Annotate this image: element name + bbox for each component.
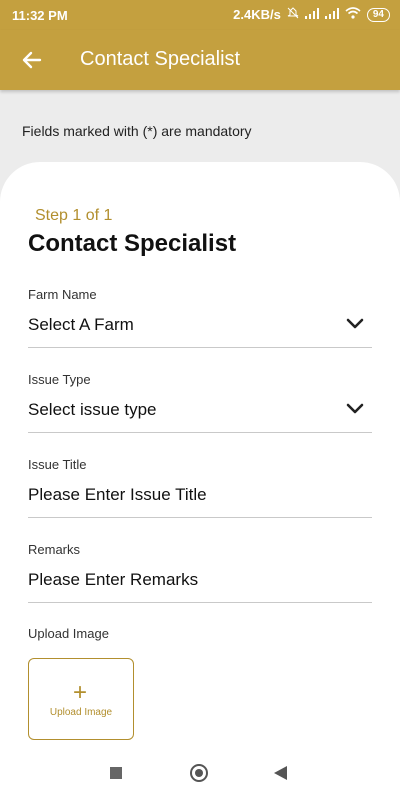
back-triangle-icon[interactable] xyxy=(274,766,287,780)
issue-title-input[interactable]: Please Enter Issue Title xyxy=(28,485,207,505)
upload-image-label: Upload Image xyxy=(28,626,109,641)
wifi-icon xyxy=(345,7,361,22)
system-nav-bar xyxy=(0,752,400,800)
status-bar: 11:32 PM 2.4KB/s 94 xyxy=(0,0,400,30)
step-indicator: Step 1 of 1 xyxy=(35,207,113,224)
field-label: Farm Name xyxy=(28,287,97,302)
field-label: Remarks xyxy=(28,542,81,557)
upload-button-label: Upload Image xyxy=(49,707,113,718)
chevron-down-icon[interactable] xyxy=(346,402,364,414)
chevron-down-icon[interactable] xyxy=(346,317,364,329)
recents-square-icon[interactable] xyxy=(110,767,122,779)
page-title: Contact Specialist xyxy=(80,48,241,70)
battery-icon: 94 xyxy=(366,7,390,22)
signal-icon xyxy=(324,7,339,22)
mute-icon xyxy=(287,7,299,22)
app-bar: Contact Specialist xyxy=(0,30,400,90)
arrow-left-icon[interactable] xyxy=(20,48,44,72)
remarks-input[interactable]: Please Enter Remarks xyxy=(28,570,198,590)
status-time: 11:32 PM xyxy=(12,8,68,23)
plus-icon: + xyxy=(73,679,88,706)
dropdown-value: Select A Farm xyxy=(28,315,134,334)
signal-icon xyxy=(304,7,319,22)
farm-name-dropdown[interactable]: Farm Name Select A Farm xyxy=(28,287,372,348)
status-indicators: 2.4KB/s 94 xyxy=(233,7,390,22)
mandatory-note: Fields marked with (*) are mandatory xyxy=(22,123,252,139)
issue-type-dropdown[interactable]: Issue Type Select issue type xyxy=(28,372,372,433)
network-speed: 2.4KB/s xyxy=(233,7,281,22)
home-circle-icon[interactable] xyxy=(190,764,208,782)
dropdown-value: Select issue type xyxy=(28,400,157,419)
remarks-field[interactable]: Remarks Please Enter Remarks xyxy=(28,542,372,603)
field-label: Issue Type xyxy=(28,372,91,387)
upload-image-button[interactable]: + Upload Image xyxy=(28,658,134,740)
field-label: Issue Title xyxy=(28,457,87,472)
form-heading: Contact Specialist xyxy=(28,230,237,257)
issue-title-field[interactable]: Issue Title Please Enter Issue Title xyxy=(28,457,372,518)
form-card: Step 1 of 1 Contact Specialist Farm Name… xyxy=(0,162,400,800)
